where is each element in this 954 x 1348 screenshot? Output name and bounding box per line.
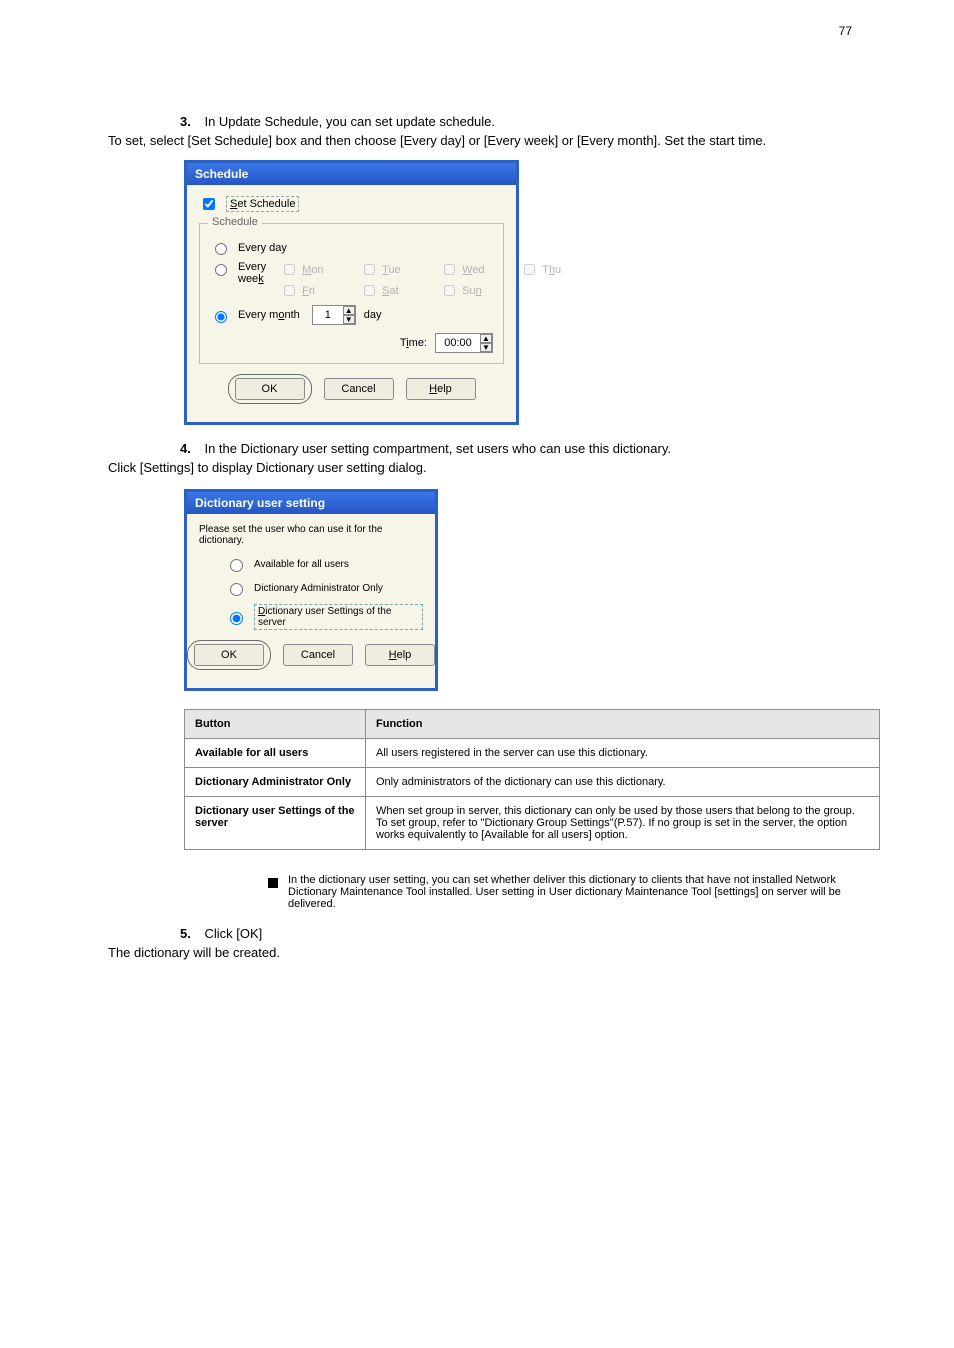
- cell-function-0: All users registered in the server can u…: [366, 739, 880, 768]
- schedule-help-button[interactable]: Help: [406, 378, 476, 400]
- step-4-text: In the Dictionary user setting compartme…: [204, 441, 671, 456]
- lbl-tue: Tue: [382, 264, 401, 276]
- month-day-input[interactable]: [313, 306, 343, 324]
- lbl-sat: Sat: [382, 285, 399, 297]
- step-5-sub: The dictionary will be created.: [108, 945, 856, 960]
- time-label: Time:: [400, 337, 427, 349]
- dict-cancel-button[interactable]: Cancel: [283, 644, 353, 666]
- chk-fri[interactable]: [284, 285, 295, 296]
- month-day-down[interactable]: ▼: [343, 315, 355, 324]
- dict-help-button[interactable]: Help: [365, 644, 435, 666]
- cell-function-1: Only administrators of the dictionary ca…: [366, 768, 880, 797]
- lbl-thu: Thu: [542, 264, 561, 276]
- schedule-group-legend: Schedule: [208, 216, 262, 228]
- cell-button-0: Available for all users: [185, 739, 366, 768]
- table-row: Dictionary user Settings of the server W…: [185, 797, 880, 850]
- radio-available-all[interactable]: Available for all users: [225, 556, 423, 572]
- step-3-number: 3.: [180, 114, 191, 129]
- month-day-up[interactable]: ▲: [343, 306, 355, 315]
- cell-button-2: Dictionary user Settings of the server: [185, 797, 366, 850]
- label-every-week: Every week: [238, 261, 266, 285]
- appendix-note: In the dictionary user setting, you can …: [268, 874, 856, 910]
- label-every-month: Every month: [238, 309, 300, 321]
- step-4: 4. In the Dictionary user setting compar…: [180, 441, 856, 456]
- chk-mon[interactable]: [284, 264, 295, 275]
- schedule-dialog: Schedule Set Schedule Schedule Every day…: [184, 160, 519, 425]
- set-schedule-checkbox[interactable]: Set Schedule: [199, 195, 299, 213]
- time-input[interactable]: [436, 334, 480, 352]
- time-up[interactable]: ▲: [480, 334, 492, 343]
- month-day-label: day: [364, 309, 382, 321]
- table-row: Dictionary Administrator Only Only admin…: [185, 768, 880, 797]
- dict-dialog-title: Dictionary user setting: [187, 492, 435, 514]
- step-5-text: Click [OK]: [204, 926, 262, 941]
- radio-every-month[interactable]: [215, 311, 227, 323]
- schedule-dialog-title: Schedule: [187, 163, 516, 185]
- schedule-groupbox: Schedule Every day Every week Mon Tue We…: [199, 223, 504, 364]
- square-bullet-icon: [268, 878, 278, 888]
- settings-table: Button Function Available for all users …: [184, 709, 880, 850]
- dict-dialog-instruction: Please set the user who can use it for t…: [199, 524, 423, 546]
- schedule-cancel-button[interactable]: Cancel: [324, 378, 394, 400]
- step-5-number: 5.: [180, 926, 191, 941]
- set-schedule-label: Set Schedule: [226, 196, 299, 212]
- lbl-fri: Fri: [302, 285, 315, 297]
- chk-sun[interactable]: [444, 285, 455, 296]
- th-button: Button: [185, 710, 366, 739]
- lbl-available-all: Available for all users: [254, 559, 349, 570]
- time-down[interactable]: ▼: [480, 343, 492, 352]
- lbl-admin-only: Dictionary Administrator Only: [254, 583, 383, 594]
- th-function: Function: [366, 710, 880, 739]
- cell-function-2: When set group in server, this dictionar…: [366, 797, 880, 850]
- step-3-text: In Update Schedule, you can set update s…: [204, 114, 495, 129]
- radio-admin-only[interactable]: Dictionary Administrator Only: [225, 580, 423, 596]
- step-4-sub: Click [Settings] to display Dictionary u…: [108, 460, 856, 475]
- table-row: Available for all users All users regist…: [185, 739, 880, 768]
- step-4-number: 4.: [180, 441, 191, 456]
- default-ring-2: OK: [187, 640, 271, 670]
- label-every-day: Every day: [238, 242, 287, 254]
- lbl-server-settings: Dictionary user Settings of the server: [254, 604, 423, 630]
- chk-sat[interactable]: [364, 285, 375, 296]
- radio-every-day[interactable]: [215, 243, 227, 255]
- radio-server-settings[interactable]: Dictionary user Settings of the server: [225, 604, 423, 630]
- step-5: 5. Click [OK]: [180, 926, 856, 941]
- page-number: 77: [839, 24, 852, 38]
- default-ring: OK: [228, 374, 312, 404]
- chk-wed[interactable]: [444, 264, 455, 275]
- dict-ok-button[interactable]: OK: [194, 644, 264, 666]
- appendix-text: In the dictionary user setting, you can …: [288, 874, 856, 910]
- lbl-mon: Mon: [302, 264, 323, 276]
- radio-every-week[interactable]: [215, 264, 227, 276]
- dictionary-user-setting-dialog: Dictionary user setting Please set the u…: [184, 489, 438, 691]
- lbl-sun: Sun: [462, 285, 482, 297]
- chk-tue[interactable]: [364, 264, 375, 275]
- chk-thu[interactable]: [524, 264, 535, 275]
- step-3-note: To set, select [Set Schedule] box and th…: [108, 133, 856, 148]
- cell-button-1: Dictionary Administrator Only: [185, 768, 366, 797]
- step-3: 3. In Update Schedule, you can set updat…: [180, 114, 856, 129]
- set-schedule-check[interactable]: [203, 198, 215, 210]
- schedule-ok-button[interactable]: OK: [235, 378, 305, 400]
- lbl-wed: Wed: [462, 264, 484, 276]
